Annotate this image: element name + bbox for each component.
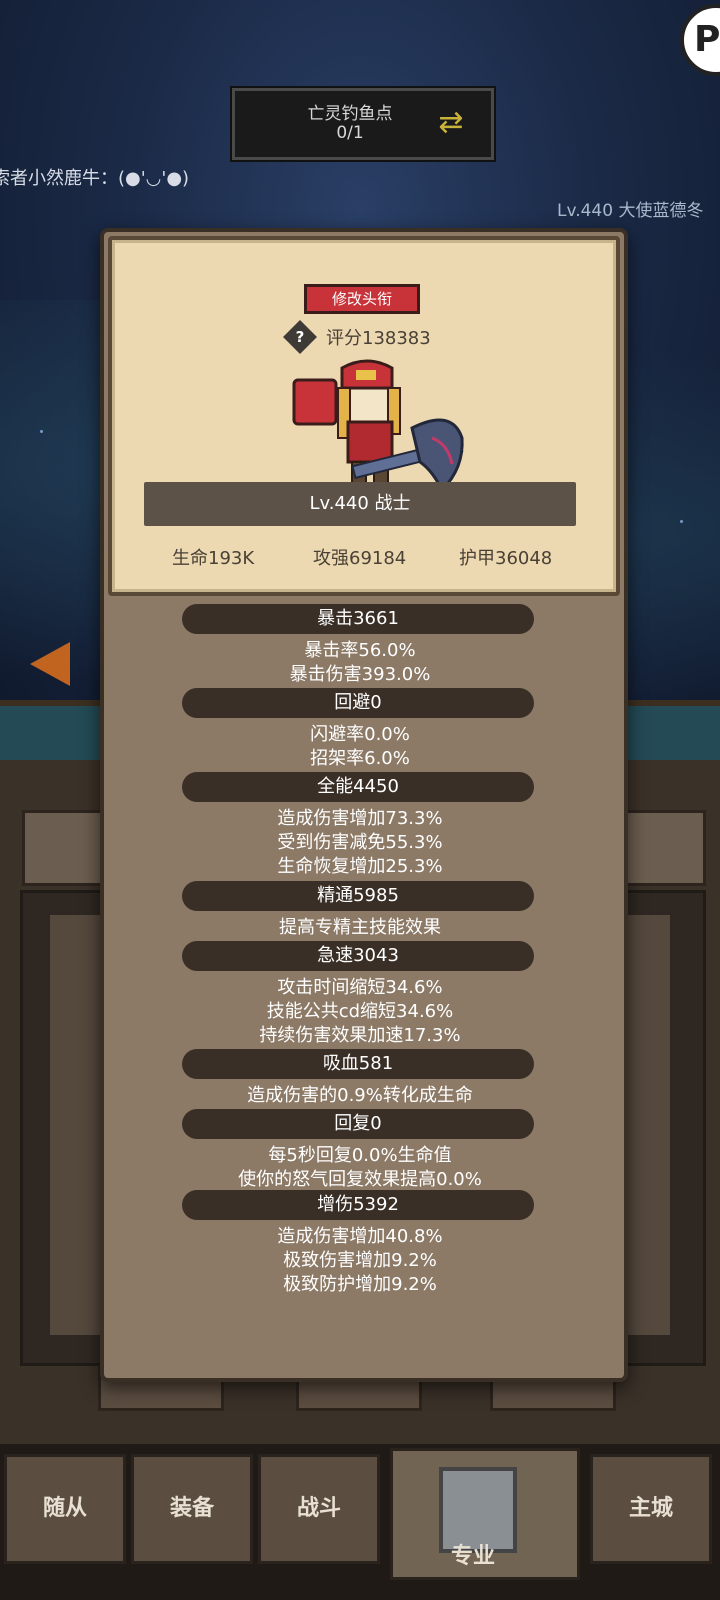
star-decoration bbox=[40, 430, 43, 433]
attribute-line: 造成伤害增加40.8% bbox=[277, 1226, 443, 1247]
nav-profession[interactable]: 专业 bbox=[390, 1448, 580, 1580]
attribute-line: 极致伤害增加9.2% bbox=[283, 1250, 437, 1271]
attribute-line: 造成伤害增加73.3% bbox=[277, 808, 443, 829]
attribute-line: 招架率6.0% bbox=[310, 748, 410, 769]
chat-message: 索者小然鹿牛：(●'◡'●) bbox=[0, 168, 190, 189]
refresh-icon[interactable]: ⇄ bbox=[431, 103, 471, 143]
attribute-line: 暴击伤害393.0% bbox=[289, 664, 431, 685]
back-arrow-icon[interactable] bbox=[30, 642, 70, 686]
attribute-line: 造成伤害的0.9%转化成生命 bbox=[247, 1085, 473, 1106]
other-player-label: Lv.440 大使蓝德冬 bbox=[557, 201, 704, 221]
character-portrait bbox=[292, 359, 464, 493]
attribute-line: 生命恢复增加25.3% bbox=[277, 856, 443, 877]
score-label: 评分138383 bbox=[326, 328, 431, 349]
help-question-mark: ? bbox=[295, 328, 305, 346]
attribute-header-lifesteal: 吸血581 bbox=[182, 1049, 534, 1079]
attack-stat: 攻强69184 bbox=[313, 548, 407, 569]
attribute-line: 使你的怒气回复效果提高0.0% bbox=[238, 1169, 482, 1190]
attribute-line: 极致防护增加9.2% bbox=[283, 1274, 437, 1295]
armor-stat: 护甲36048 bbox=[459, 548, 553, 569]
level-class-label: Lv.440 战士 bbox=[309, 493, 411, 514]
rename-title-button[interactable]: 修改头衔 bbox=[304, 284, 420, 314]
character-info-popup: 修改头衔 ? 评分138383 Lv.440 战士 生命193K 攻强69184… bbox=[100, 228, 628, 1382]
level-bar: Lv.440 战士 bbox=[144, 482, 576, 526]
nav-equipment[interactable]: 装备 bbox=[131, 1454, 253, 1564]
attribute-line: 提高专精主技能效果 bbox=[279, 917, 441, 938]
hp-stat: 生命193K bbox=[172, 548, 255, 569]
attribute-header-versatility: 全能4450 bbox=[182, 772, 534, 802]
quest-tracker[interactable]: 亡灵钓鱼点 0/1 ⇄ bbox=[232, 88, 494, 160]
attribute-line: 闪避率0.0% bbox=[310, 724, 410, 745]
attribute-header-damage-boost: 增伤5392 bbox=[182, 1190, 534, 1220]
attribute-line: 每5秒回复0.0%生命值 bbox=[268, 1145, 452, 1166]
nav-battle[interactable]: 战斗 bbox=[258, 1454, 380, 1564]
attribute-line: 受到伤害减免55.3% bbox=[277, 832, 443, 853]
attribute-header-haste: 急速3043 bbox=[182, 941, 534, 971]
attribute-header-crit: 暴击3661 bbox=[182, 604, 534, 634]
attribute-line: 攻击时间缩短34.6% bbox=[277, 977, 443, 998]
nav-followers[interactable]: 随从 bbox=[4, 1454, 126, 1564]
star-decoration bbox=[680, 520, 683, 523]
nav-profession-label: 专业 bbox=[450, 1544, 495, 1569]
attribute-line: 技能公共cd缩短34.6% bbox=[266, 1001, 454, 1022]
nav-main-city[interactable]: 主城 bbox=[590, 1454, 712, 1564]
attribute-header-avoidance: 回避0 bbox=[182, 688, 534, 718]
attribute-header-mastery: 精通5985 bbox=[182, 881, 534, 911]
attribute-line: 暴击率56.0% bbox=[304, 640, 416, 661]
profile-card: 修改头衔 ? 评分138383 Lv.440 战士 生命193K 攻强69184… bbox=[108, 236, 620, 596]
attribute-line: 持续伤害效果加速17.3% bbox=[259, 1025, 461, 1046]
attribute-header-regen: 回复0 bbox=[182, 1109, 534, 1139]
